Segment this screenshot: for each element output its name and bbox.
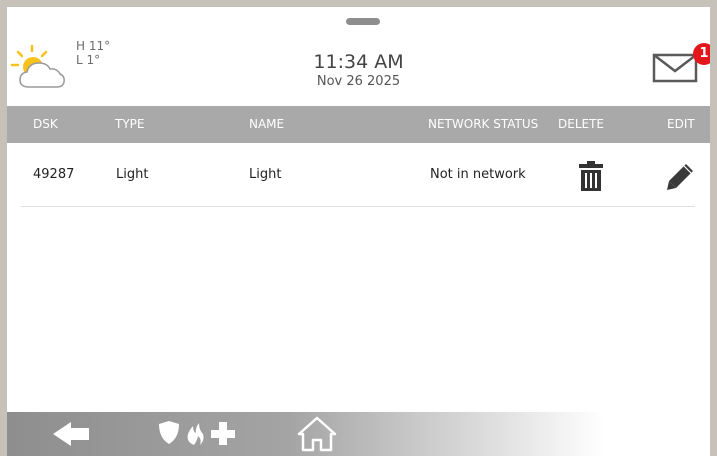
row-dsk: 49287 <box>33 167 75 182</box>
screen: H 11° L 1° 11:34 AM Nov 26 2025 1 DSK TY… <box>7 7 710 456</box>
column-network-status: NETWORK STATUS <box>428 117 539 131</box>
emergency-button[interactable] <box>147 412 267 456</box>
back-arrow-icon <box>53 422 89 446</box>
unread-count-badge: 1 <box>693 43 710 65</box>
trash-icon <box>579 161 603 191</box>
home-button[interactable] <box>297 412 337 456</box>
column-dsk: DSK <box>33 117 58 131</box>
row-type: Light <box>116 167 149 182</box>
clock-time: 11:34 AM <box>313 51 404 73</box>
edit-button[interactable] <box>665 162 695 192</box>
column-delete: DELETE <box>558 117 605 131</box>
fire-icon <box>187 423 204 445</box>
back-button[interactable] <box>47 412 97 456</box>
pull-down-handle[interactable] <box>346 18 380 25</box>
clock-date: Nov 26 2025 <box>316 74 401 89</box>
messages-button[interactable]: 1 <box>652 43 710 83</box>
column-type: TYPE <box>115 117 145 131</box>
delete-button[interactable] <box>577 161 605 191</box>
pencil-icon <box>667 164 693 190</box>
table-row[interactable]: 49287 Light Light Not in network <box>21 144 695 207</box>
home-icon <box>297 416 337 452</box>
column-edit: EDIT <box>667 117 695 131</box>
table-header: DSK TYPE NAME NETWORK STATUS DELETE EDIT <box>7 106 710 143</box>
emergency-icons <box>159 421 235 445</box>
column-name: NAME <box>249 117 285 131</box>
bottom-nav-bar <box>7 412 710 456</box>
row-network-status: Not in network <box>430 167 526 182</box>
plus-icon <box>211 422 235 445</box>
row-name: Light <box>249 167 282 182</box>
shield-icon <box>159 421 179 444</box>
